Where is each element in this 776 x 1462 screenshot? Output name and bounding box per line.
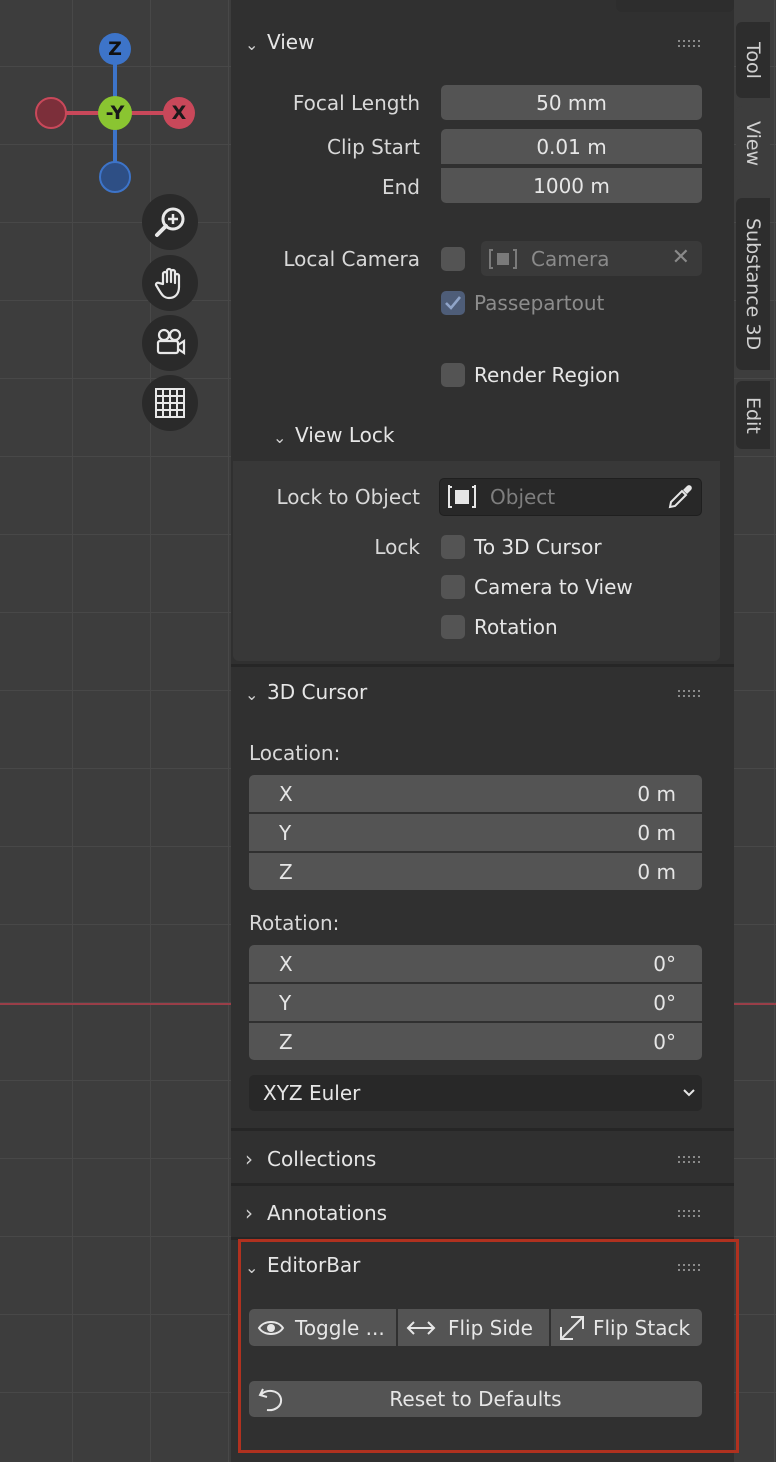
section-divider: [231, 664, 734, 667]
camera-data-icon: [489, 248, 517, 269]
gizmo-neg-y-ball[interactable]: -Y: [98, 96, 132, 130]
view-panel-header[interactable]: ⌄ View: [245, 24, 314, 64]
focal-length-field[interactable]: 50 mm: [441, 85, 702, 120]
pan-button[interactable]: [142, 255, 198, 311]
axis-value: 0°: [653, 952, 676, 976]
lock-rotation-checkbox[interactable]: [441, 615, 465, 639]
clip-start-field[interactable]: 0.01 m: [441, 129, 702, 164]
clip-end-label: End: [381, 175, 420, 199]
collections-title: Collections: [267, 1147, 377, 1171]
annotations-title: Annotations: [267, 1201, 388, 1225]
lock-object-field[interactable]: Object: [439, 478, 702, 516]
top-edge-widget: [616, 0, 734, 12]
zoom-button[interactable]: [142, 194, 198, 250]
chevron-down-icon: ⌄: [245, 684, 259, 704]
render-region-label: Render Region: [474, 363, 621, 387]
zoom-icon: [155, 207, 185, 237]
drag-grip-icon[interactable]: [678, 690, 702, 698]
location-y-field[interactable]: Y 0 m: [249, 814, 702, 851]
lock-to-object-label: Lock to Object: [276, 485, 420, 509]
axis-value: 0°: [653, 1030, 676, 1054]
passepartout-checkbox[interactable]: [441, 291, 465, 315]
rotation-mode-value: XYZ Euler: [263, 1081, 361, 1105]
view-lock-title: View Lock: [295, 423, 395, 447]
axis-label: X: [279, 952, 293, 976]
lock-to-3d-cursor-checkbox[interactable]: [441, 535, 465, 559]
local-camera-checkbox[interactable]: [441, 247, 465, 271]
view-panel-title: View: [267, 30, 315, 54]
local-camera-field[interactable]: Camera ✕: [481, 241, 702, 276]
axis-label: X: [279, 782, 293, 806]
grid-icon: [155, 388, 185, 418]
view-lock-header[interactable]: ⌄ View Lock: [273, 417, 394, 457]
location-z-field[interactable]: Z 0 m: [249, 853, 702, 890]
section-divider: [231, 1128, 734, 1131]
rotation-mode-dropdown[interactable]: XYZ Euler: [249, 1075, 702, 1111]
checkmark-icon: [445, 296, 462, 310]
chevron-down-icon: ⌄: [245, 34, 259, 54]
collections-panel-header[interactable]: › Collections: [245, 1139, 376, 1179]
axis-value: 0 m: [637, 860, 676, 884]
gizmo-x-ball[interactable]: X: [163, 97, 195, 129]
drag-grip-icon[interactable]: [678, 1156, 702, 1164]
render-region-checkbox[interactable]: [441, 363, 465, 387]
camera-to-view-label: Camera to View: [474, 575, 633, 599]
cursor-panel-title: 3D Cursor: [267, 680, 368, 704]
local-camera-label: Local Camera: [283, 247, 420, 271]
cursor-panel-header[interactable]: ⌄ 3D Cursor: [245, 674, 367, 714]
drag-grip-icon[interactable]: [678, 40, 702, 48]
axis-label: Z: [279, 860, 293, 884]
axis-label: Y: [279, 821, 292, 845]
eyedropper-icon[interactable]: [667, 484, 693, 510]
focal-length-label: Focal Length: [292, 91, 420, 115]
hand-icon: [154, 267, 181, 300]
clear-x-icon[interactable]: ✕: [672, 245, 690, 270]
chevron-right-icon: ›: [245, 1201, 253, 1225]
lock-label: Lock: [374, 535, 420, 559]
camera-icon: [156, 328, 186, 356]
lock-object-placeholder: Object: [490, 485, 556, 509]
clip-end-field[interactable]: 1000 m: [441, 168, 702, 203]
lock-rotation-label: Rotation: [474, 615, 558, 639]
tab-edit[interactable]: Edit: [736, 381, 770, 449]
location-x-field[interactable]: X 0 m: [249, 775, 702, 812]
tab-view[interactable]: View: [736, 106, 770, 182]
gizmo-z-ball[interactable]: Z: [99, 33, 131, 65]
axis-label: Z: [279, 1030, 293, 1054]
camera-view-button[interactable]: [142, 315, 198, 371]
axis-value: 0 m: [637, 782, 676, 806]
rotation-z-field[interactable]: Z 0°: [249, 1023, 702, 1060]
lock-to-3d-cursor-label: To 3D Cursor: [474, 535, 602, 559]
rotation-y-field[interactable]: Y 0°: [249, 984, 702, 1021]
chevron-right-icon: ›: [245, 1147, 253, 1171]
ortho-toggle-button[interactable]: [142, 375, 198, 431]
axis-value: 0°: [653, 991, 676, 1015]
rotation-x-field[interactable]: X 0°: [249, 945, 702, 982]
location-label: Location:: [249, 741, 341, 765]
chevron-down-icon: ⌄: [273, 427, 287, 447]
chevron-down-icon: [683, 1089, 695, 1097]
highlight-box: [238, 1239, 739, 1453]
object-icon: [448, 485, 476, 508]
gizmo-neg-x-ball[interactable]: [35, 97, 67, 129]
tab-tool[interactable]: Tool: [736, 22, 770, 98]
tab-substance-3d[interactable]: Substance 3D: [736, 198, 770, 370]
drag-grip-icon[interactable]: [678, 1210, 702, 1218]
rotation-label: Rotation:: [249, 911, 340, 935]
annotations-panel-header[interactable]: › Annotations: [245, 1193, 387, 1233]
section-divider: [231, 1183, 734, 1186]
axis-label: Y: [279, 991, 292, 1015]
camera-to-view-checkbox[interactable]: [441, 575, 465, 599]
clip-start-label: Clip Start: [327, 135, 420, 159]
gizmo-neg-z-ball[interactable]: [99, 161, 131, 193]
passepartout-label: Passepartout: [474, 291, 605, 315]
axis-value: 0 m: [637, 821, 676, 845]
local-camera-placeholder: Camera: [531, 246, 610, 271]
